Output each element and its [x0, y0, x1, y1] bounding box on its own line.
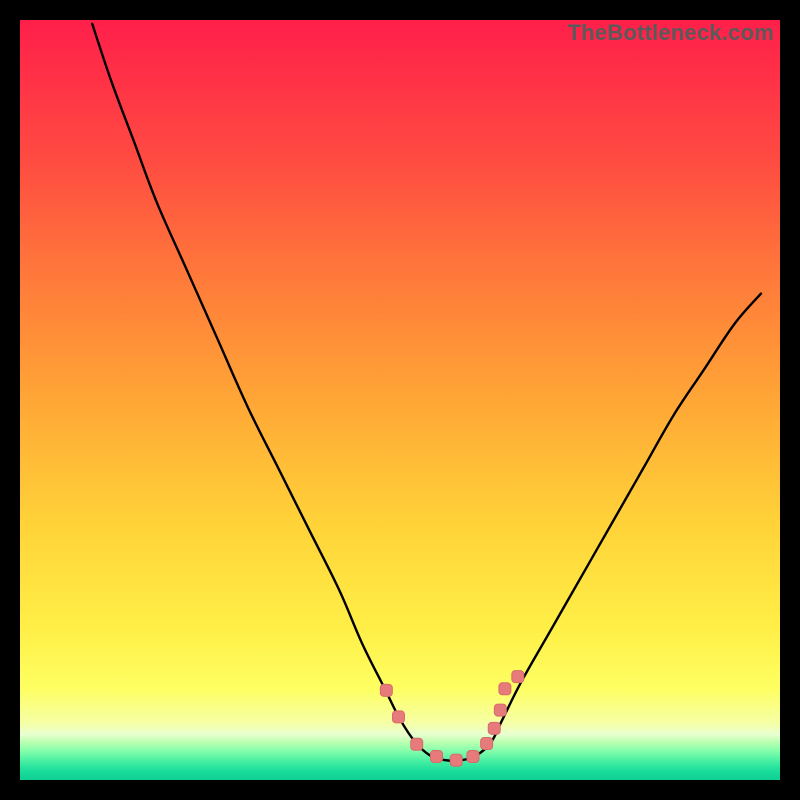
bottleneck-curve [92, 24, 761, 761]
marker-point [450, 754, 462, 766]
marker-point [499, 683, 511, 695]
marker-point [380, 684, 392, 696]
marker-point [494, 704, 506, 716]
bottleneck-chart-svg [20, 20, 780, 780]
marker-point [467, 750, 479, 762]
curve-group [92, 24, 761, 761]
marker-point [481, 738, 493, 750]
marker-point [512, 671, 524, 683]
marker-point [430, 750, 442, 762]
marker-point [392, 711, 404, 723]
marker-point [488, 722, 500, 734]
marker-point [411, 738, 423, 750]
watermark-label: TheBottleneck.com [568, 20, 774, 46]
plot-area: TheBottleneck.com [20, 20, 780, 780]
